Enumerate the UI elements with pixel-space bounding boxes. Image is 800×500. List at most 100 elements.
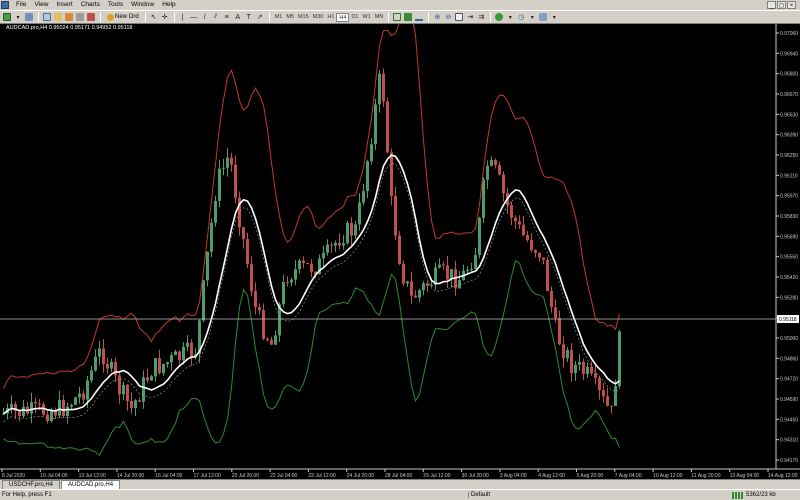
price-tick-label: 0.94450	[780, 417, 798, 423]
chart-title: AUDCAD.pro,H4 0.95024 0.95171 0.94952 0.…	[6, 25, 133, 31]
terminal-button[interactable]	[75, 12, 85, 22]
market-watch-button[interactable]	[42, 12, 52, 22]
bear-candle	[514, 217, 517, 222]
bar-chart-button[interactable]	[392, 12, 402, 22]
close-button[interactable]: ×	[787, 1, 796, 9]
bull-candle	[366, 161, 369, 192]
dropdown-chevron-icon[interactable]: ▾	[549, 12, 559, 22]
minimize-button[interactable]: _	[767, 1, 776, 9]
menu-file[interactable]: File	[12, 0, 30, 10]
bull-candle	[90, 370, 93, 381]
bull-candle	[566, 350, 569, 359]
bear-candle	[286, 282, 289, 284]
timeframe-m1[interactable]: M1	[273, 13, 285, 22]
price-tick-label: 0.94860	[780, 356, 798, 362]
price-tick-label: 0.95970	[780, 194, 798, 200]
price-tick-label: 0.95000	[780, 336, 798, 342]
new-order-button[interactable]: New Ord	[104, 13, 142, 22]
bull-candle	[354, 224, 357, 236]
templates-button[interactable]	[538, 12, 548, 22]
strategy-tester-icon	[87, 13, 95, 21]
bear-candle	[234, 164, 237, 198]
timeframe-h4[interactable]: H4	[336, 12, 350, 22]
price-chart[interactable]: 0.97060 0.96940 0.96800 0.96670 0.96530 0.963…	[0, 24, 800, 479]
timeframe-d1[interactable]: D1	[349, 13, 360, 22]
bear-candle	[606, 396, 609, 406]
tile-windows-button[interactable]	[454, 12, 464, 22]
bull-candle	[342, 243, 345, 246]
timeframe-w1[interactable]: W1	[360, 13, 372, 22]
chart-window[interactable]: 0.97060 0.96940 0.96800 0.96670 0.96530 0.963…	[0, 24, 800, 479]
candlestick-button[interactable]	[403, 12, 413, 22]
menu-help[interactable]: Help	[158, 0, 179, 10]
vertical-line-tool-button[interactable]: |	[178, 12, 188, 22]
status-connection: 5362/23 kb	[728, 491, 776, 499]
indicators-button[interactable]	[494, 12, 504, 22]
navigator-button[interactable]	[64, 12, 74, 22]
strategy-tester-button[interactable]	[86, 12, 96, 22]
periods-button[interactable]: ◷	[516, 12, 526, 22]
profiles-button[interactable]	[24, 12, 34, 22]
bear-candle	[402, 264, 405, 284]
bear-candle	[502, 174, 505, 194]
zoom-in-button[interactable]: ⊕	[432, 12, 442, 22]
menu-tools[interactable]: Tools	[104, 0, 127, 10]
autoscroll-button[interactable]: ⇉	[476, 12, 486, 22]
label-tool-button[interactable]: T	[244, 12, 254, 22]
bull-candle	[186, 342, 189, 347]
bull-candle	[298, 260, 301, 270]
menu-insert[interactable]: Insert	[52, 0, 76, 10]
timeframe-m30[interactable]: M30	[311, 13, 326, 22]
tab-usdchf[interactable]: USDCHF.pro,H4	[2, 480, 61, 489]
restore-button[interactable]: ◻	[777, 1, 786, 9]
dropdown-chevron-icon[interactable]: ▾	[13, 12, 23, 22]
bull-candle	[358, 202, 361, 225]
bear-candle	[610, 405, 613, 407]
dropdown-chevron-icon[interactable]: ▾	[505, 12, 515, 22]
timeframe-h1[interactable]: H1	[325, 13, 336, 22]
price-tick-label: 0.95830	[780, 214, 798, 220]
text-tool-button[interactable]: A	[233, 12, 243, 22]
bear-candle	[534, 250, 537, 254]
new-chart-button[interactable]	[2, 12, 12, 22]
bull-candle	[174, 351, 177, 356]
tab-audcad[interactable]: AUDCAD.pro,H4	[61, 480, 121, 489]
mt4-terminal-window: File View Insert Charts Tools Window Hel…	[0, 0, 800, 500]
timeframe-mn[interactable]: MN	[373, 13, 386, 22]
menu-charts[interactable]: Charts	[77, 0, 104, 10]
navigator-icon	[65, 13, 73, 21]
menu-view[interactable]: View	[30, 0, 52, 10]
bull-candle	[474, 254, 477, 269]
chart-window-icon[interactable]	[1, 1, 9, 9]
zoom-out-button[interactable]: ⊖	[443, 12, 453, 22]
cursor-tool-button[interactable]: ↖	[149, 12, 159, 22]
profiles-icon	[25, 13, 33, 21]
price-tick-label: 0.96530	[780, 112, 798, 118]
timeframe-m5[interactable]: M5	[284, 13, 296, 22]
terminal-icon	[76, 13, 84, 21]
chart-shift-button[interactable]: ⇥	[465, 12, 475, 22]
bull-candle	[482, 179, 485, 218]
channel-tool-button[interactable]: ⫽	[211, 12, 221, 22]
trendline-tool-button[interactable]: /	[200, 12, 210, 22]
bear-candle	[498, 165, 501, 175]
arrows-tool-button[interactable]: ↗	[255, 12, 265, 22]
bull-candle	[574, 364, 577, 373]
price-tick-label: 0.96940	[780, 51, 798, 57]
fibonacci-tool-button[interactable]: ≡	[222, 12, 232, 22]
connection-bars-icon	[732, 491, 744, 499]
menu-window[interactable]: Window	[127, 0, 158, 10]
bull-candle	[282, 282, 285, 305]
bear-candle	[230, 157, 233, 165]
horizontal-line-tool-button[interactable]: —	[189, 12, 199, 22]
dropdown-chevron-icon[interactable]: ▾	[527, 12, 537, 22]
bull-candle	[294, 269, 297, 280]
bull-candle	[142, 377, 145, 402]
price-tick-label: 0.97060	[780, 31, 798, 37]
bull-candle	[214, 200, 217, 223]
bar-chart-icon	[393, 13, 402, 21]
timeframe-m15[interactable]: M15	[296, 13, 311, 22]
line-chart-button[interactable]	[414, 12, 424, 22]
crosshair-tool-button[interactable]: ✛	[160, 12, 170, 22]
data-window-button[interactable]	[53, 12, 63, 22]
